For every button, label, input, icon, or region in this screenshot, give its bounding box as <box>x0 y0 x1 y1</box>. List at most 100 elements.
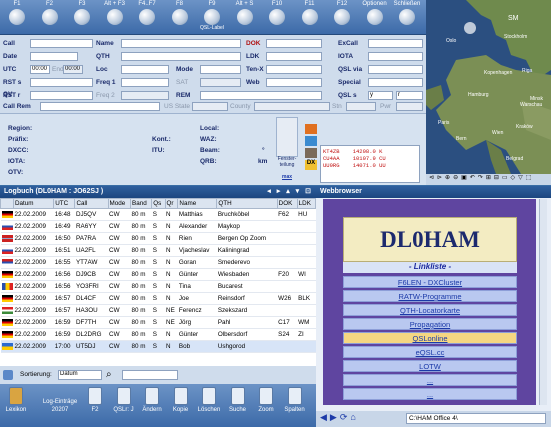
bottom-button-6[interactable]: Zoom <box>253 387 279 413</box>
toolbar-button-12[interactable]: Schließen <box>392 1 422 34</box>
table-row[interactable]: 22.02.2009 16:57 DL4CF CW 80 m S N Joe Reinsdorf… <box>0 292 316 305</box>
qsl-s-select[interactable]: y <box>368 91 393 100</box>
web-link[interactable]: Propagation <box>343 318 517 330</box>
rst-s-input[interactable] <box>30 78 93 87</box>
web-link[interactable]: ... <box>343 388 517 400</box>
qth-input[interactable] <box>121 52 241 61</box>
sort-select[interactable]: Datum <box>58 370 102 380</box>
bottom-button-2[interactable]: Ändern <box>139 387 165 413</box>
pwr-input[interactable] <box>396 102 423 111</box>
call-rem-input[interactable] <box>40 102 160 111</box>
column-header-qs[interactable]: Qs <box>151 198 166 209</box>
column-header-ldk[interactable]: LDK <box>296 198 317 209</box>
rst-r-input[interactable] <box>30 91 93 100</box>
toolbar-button-6[interactable]: F9 QSL-Label <box>197 1 227 34</box>
lexikon-button[interactable]: Lexikon <box>4 387 28 413</box>
table-row[interactable]: 22.02.2009 17:00 UT5DJ CW 80 m S N Bob Ushgorod <box>0 340 316 353</box>
web-link[interactable]: ... <box>343 374 517 386</box>
column-header-utc[interactable]: UTC <box>53 198 76 209</box>
bottom-button-5[interactable]: Suche <box>225 387 251 413</box>
table-row[interactable]: 22.02.2009 16:50 PA7RA CW 80 m S N Rien Bergen O… <box>0 232 316 245</box>
iota-input[interactable] <box>368 52 423 61</box>
ten-x-input[interactable] <box>266 65 322 74</box>
excall-input[interactable] <box>368 39 423 48</box>
sat-input[interactable] <box>200 78 241 87</box>
sort-icon[interactable] <box>3 370 13 380</box>
bottom-button-0[interactable]: F2 <box>82 387 108 413</box>
end-input[interactable]: 00:00 <box>63 65 83 74</box>
table-row[interactable]: 22.02.2009 16:55 YT7AW CW 80 m S N Goran Smedere… <box>0 256 316 269</box>
stn-input[interactable] <box>346 102 376 111</box>
toolbar-button-3[interactable]: Alt + F3 <box>100 1 130 34</box>
column-header-dok[interactable]: DOK <box>276 198 298 209</box>
column-header-qr[interactable]: Qr <box>164 198 179 209</box>
toolbar-button-1[interactable]: F2 <box>35 1 65 34</box>
table-row[interactable]: 22.02.2009 16:51 UA2FL CW 80 m S N Vjacheslav Ka… <box>0 244 316 257</box>
bottom-button-7[interactable]: Spalten <box>282 387 308 413</box>
window-split-buttons[interactable] <box>276 117 298 157</box>
call-input[interactable] <box>30 39 93 48</box>
ldk-input[interactable] <box>266 52 322 61</box>
web-link[interactable]: QTH-Locatorkarte <box>343 304 517 316</box>
table-row[interactable]: 22.02.2009 16:48 DJ5QV CW 80 m S N Matthias Bruc… <box>0 208 316 221</box>
dok-input[interactable] <box>266 39 322 48</box>
web-scrollbar[interactable] <box>539 199 547 405</box>
toolbar-button-10[interactable]: F12 <box>327 1 357 34</box>
toolbar-button-7[interactable]: Alt + S <box>230 1 260 34</box>
column-header-band[interactable]: Band <box>130 198 153 209</box>
bottom-button-3[interactable]: Kopie <box>168 387 194 413</box>
max-link[interactable]: max <box>282 174 292 180</box>
address-input[interactable]: C:\HAM Office 4\ <box>406 413 546 424</box>
column-header-qth[interactable]: QTH <box>216 198 278 209</box>
mode-select[interactable] <box>200 65 241 74</box>
toolbar-button-9[interactable]: F11 <box>295 1 325 34</box>
toolbar-button-0[interactable]: F1 <box>2 1 32 34</box>
web-link[interactable]: RATW-Programme <box>343 290 517 302</box>
web-link[interactable]: eQSL.cc <box>343 346 517 358</box>
qsl-via-input[interactable] <box>368 65 423 74</box>
table-row[interactable]: 22.02.2009 16:56 YO3FRI CW 80 m S N Tina Bucares… <box>0 280 316 293</box>
table-row[interactable]: 22.02.2009 16:59 DF7TH CW 80 m S NE Jörg Pahl C17… <box>0 316 316 329</box>
cluster-spot[interactable]: KT4ZB 14208.0 K <box>323 148 417 155</box>
county-input[interactable] <box>254 102 330 111</box>
special-input[interactable] <box>368 78 423 87</box>
column-header-call[interactable]: Call <box>74 198 109 209</box>
date-input[interactable] <box>30 52 78 61</box>
column-header-name[interactable]: Name <box>177 198 218 209</box>
toolbar-button-11[interactable]: Optionen <box>360 1 390 34</box>
table-row[interactable]: 22.02.2009 16:59 DL2DRG CW 80 m S N Günter Olber… <box>0 328 316 341</box>
rem-input[interactable] <box>200 91 322 100</box>
antenna-icon[interactable] <box>305 148 317 158</box>
cluster-spot[interactable]: UU9RG 14071.0 UU <box>323 162 417 169</box>
logbook-nav-icon[interactable]: ◂ ▸ ▴ ▾ ⊡ <box>267 187 313 195</box>
freq2-input[interactable] <box>121 91 169 100</box>
column-header-datum[interactable]: Datum <box>12 198 55 209</box>
us-state-input[interactable] <box>192 102 228 111</box>
freq1-input[interactable] <box>121 78 169 87</box>
toolbar-button-2[interactable]: F3 <box>67 1 97 34</box>
toolbar-button-5[interactable]: F8 <box>165 1 195 34</box>
utc-input[interactable]: 00:00 <box>30 65 50 74</box>
map-icon[interactable] <box>305 124 317 134</box>
column-header-mode[interactable]: Mode <box>107 198 132 209</box>
toolbar-button-8[interactable]: F10 <box>262 1 292 34</box>
bottom-button-4[interactable]: Löschen <box>196 387 222 413</box>
globe-small-icon[interactable] <box>305 136 317 146</box>
bottom-button-1[interactable]: QSLr: J <box>111 387 137 413</box>
loc-input[interactable] <box>121 65 169 74</box>
table-row[interactable]: 22.02.2009 16:56 DJ9CB CW 80 m S N Günter Wiesba… <box>0 268 316 281</box>
web-link[interactable]: LOTW <box>343 360 517 372</box>
browser-nav-icons[interactable]: ◀▶⟳⌂ <box>320 412 359 423</box>
web-link[interactable]: QSLonline <box>343 332 517 344</box>
europe-map[interactable]: SM Oslo Stockholm Riga Kopenhagen Minsk Hambu… <box>426 0 551 184</box>
table-row[interactable]: 22.02.2009 16:49 RA6YY CW 80 m S N Alexander May… <box>0 220 316 233</box>
name-input[interactable] <box>121 39 241 48</box>
qsl-r-select[interactable]: r <box>396 91 423 100</box>
cluster-spot[interactable]: CU4AA 10107.9 CU <box>323 155 417 162</box>
search-icon[interactable]: ⌕ <box>106 369 112 380</box>
web-input[interactable] <box>266 78 322 87</box>
web-link[interactable]: F6LEN - DXCluster <box>343 276 517 288</box>
sort-search-input[interactable] <box>122 370 178 380</box>
dx-icon[interactable]: DX <box>305 160 317 170</box>
table-row[interactable]: 22.02.2009 16:57 HA3OU CW 80 m S NE Ferencz Szek… <box>0 304 316 317</box>
